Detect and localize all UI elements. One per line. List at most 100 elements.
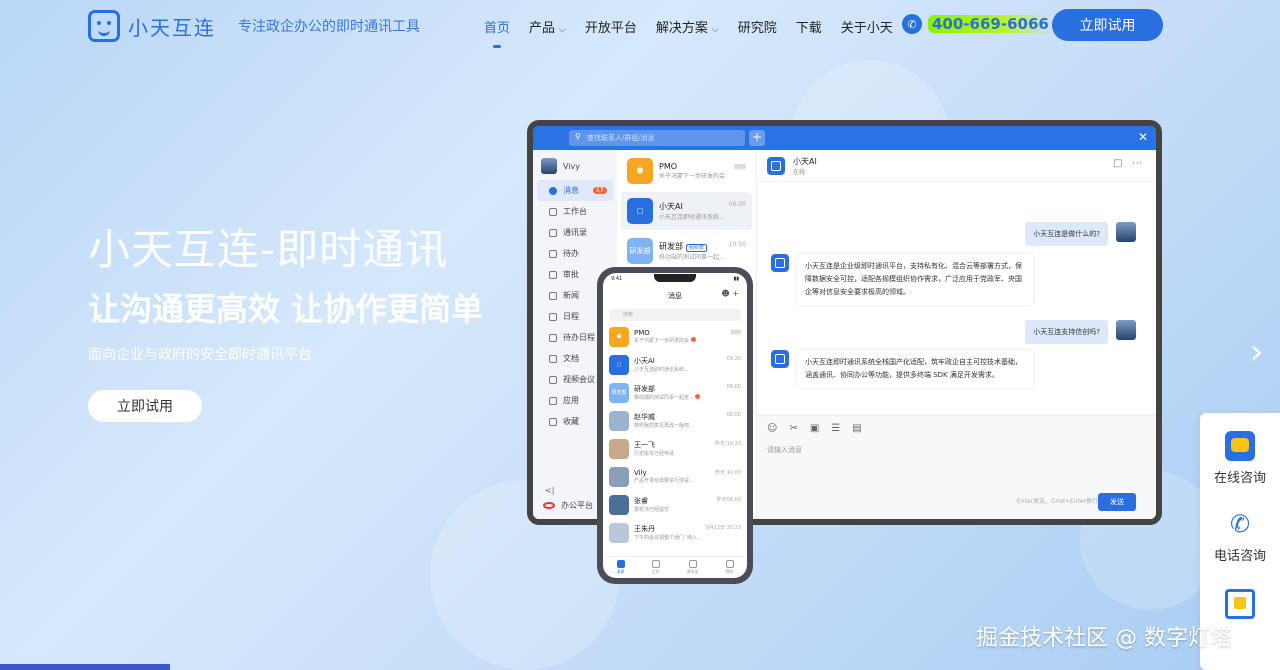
list-item[interactable]: ☻ PMO 刚刚 关于鸿蒙下一步研发的会 — [603, 323, 747, 350]
list-item[interactable]: 研发部 研发部 组织群 10:20 移动端的测试同事一起... — [621, 232, 752, 270]
tab-label: 通讯录 — [686, 569, 699, 574]
send-button[interactable]: 发送 — [1098, 493, 1136, 511]
list-item[interactable]: Vily 昨天 10:00 产品开发给需要进行测试... — [603, 463, 747, 490]
list-item[interactable]: 研发部 研发部 08:00 移动端的测试同事一起走... — [603, 379, 747, 406]
sidebar-item-contacts[interactable]: 通讯录 — [537, 222, 613, 243]
tab-label: 我的 — [725, 569, 734, 574]
conv-time: 9月12日 20:23 — [705, 525, 741, 531]
sidebar-item-messages[interactable]: 消息 17 — [537, 180, 613, 201]
contacts-icon — [549, 228, 557, 237]
logo-icon — [88, 10, 120, 42]
chat-header: 小天AI 在线 □ ⋯ — [757, 150, 1156, 182]
list-item[interactable]: 张睿 昨天08:00 报权书已经提交 — [603, 491, 747, 518]
avatar — [609, 466, 629, 487]
message-icon — [616, 560, 625, 568]
phone-contact[interactable]: ✆ 400-669-6066 — [902, 14, 1053, 34]
news-icon — [549, 291, 557, 300]
message-outgoing: 小天互连是做什么的? — [1025, 222, 1108, 246]
list-item[interactable]: 赵华威 08:00 按照我的意见再改一版吧... — [603, 407, 747, 434]
platform-label: 办公平台 — [561, 501, 593, 510]
chat-bubble-icon — [1225, 431, 1255, 461]
list-item[interactable]: 王朱丹 9月12日 20:23 下午的会议调整个通门 '纳入... — [603, 519, 747, 546]
search-input[interactable]: 查找联系人/群组/消息 — [569, 130, 745, 146]
conv-time: 昨天 10:00 — [715, 470, 741, 476]
nav-research[interactable]: 研究院 — [738, 17, 777, 36]
avatar — [1116, 222, 1136, 242]
chat-title: 小天AI — [793, 156, 817, 166]
conv-time: 刚刚 — [733, 164, 746, 171]
office-platform-link[interactable]: 办公平台 — [543, 500, 593, 511]
ai-icon — [771, 350, 789, 368]
nav-label: 研究院 — [737, 21, 777, 36]
list-item[interactable]: ▢ 小天AI 09:20 小天互连即时通讯系统... — [603, 351, 747, 378]
more-icon[interactable]: ⋯ — [1132, 158, 1142, 169]
message-incoming: 小天互连是企业级即时通讯平台，支持私有化、混合云等部署方式，保障数据安全可控，适… — [797, 254, 1033, 305]
document-icon — [549, 354, 557, 363]
online-consult-button[interactable]: 在线咨询 — [1200, 431, 1280, 486]
try-now-button[interactable]: 立即试用 — [1052, 9, 1163, 41]
hero-try-button[interactable]: 立即试用 — [88, 390, 202, 422]
approval-icon — [549, 270, 557, 279]
mobile-mockup: 9:41 ▮▮ 消息 ☻ + 搜索 ☻ PMO 刚刚 关于鸿蒙下一步研发的会 ▢ 小天AI 0… — [597, 267, 753, 584]
nav-open-platform[interactable]: 开放平台 — [585, 17, 637, 36]
conv-preview: 产品开发给需要进行测试... — [634, 478, 694, 484]
send-hint: Enter发送，Cmd+Enter换行 — [1016, 498, 1098, 505]
list-item[interactable]: ☻ PMO 刚刚 关于鸿蒙下一步研发的会 — [621, 152, 752, 190]
main-nav: 首页 产品 ⌵ 开放平台 解决方案 ⌵ 研究院 下载 关于小天 — [484, 17, 912, 48]
conv-preview: 历史版本已经申请 — [634, 451, 675, 457]
status-time: 9:41 — [611, 276, 623, 282]
message-input[interactable]: 请输入消息 — [757, 441, 1156, 459]
calendar-icon — [549, 312, 557, 321]
folder-icon[interactable]: □ — [1113, 158, 1122, 169]
note-icon[interactable]: ▤ — [852, 423, 861, 434]
user-profile[interactable]: Vivy — [533, 150, 617, 180]
sidebar-item-label: 应用 — [563, 396, 579, 405]
nav-about[interactable]: 关于小天 — [841, 17, 893, 36]
logo-text: 小天互连 — [128, 15, 216, 40]
sidebar-item-label: 文档 — [563, 354, 579, 363]
avatar — [609, 494, 629, 515]
tab-me[interactable]: 我的 — [725, 560, 734, 575]
tab-work[interactable]: 工作 — [651, 560, 660, 575]
message-icon — [549, 186, 557, 195]
nav-products[interactable]: 产品 ⌵ — [529, 17, 566, 36]
tab-messages[interactable]: 消息 — [616, 560, 625, 575]
carousel-next-icon[interactable]: › — [1250, 332, 1272, 372]
conv-name: 小天AI — [634, 357, 655, 365]
conv-name: 王一飞 — [634, 441, 655, 449]
conv-time: 08:00 — [726, 384, 741, 390]
scissors-icon[interactable]: ✂ — [789, 423, 797, 434]
add-contact-icon[interactable]: ☻ + — [721, 289, 739, 298]
hero-subtitle: 让沟通更高效 让协作更简单 — [88, 290, 484, 328]
conv-preview: 关于鸿蒙下一步研发的会 — [659, 173, 726, 180]
close-icon[interactable]: ✕ — [1138, 130, 1148, 144]
list-item[interactable]: ▢ 小天AI 09:20 小天互连即时通讯系统... — [621, 192, 752, 230]
nav-label: 产品 — [529, 21, 556, 36]
nav-solutions[interactable]: 解决方案 ⌵ — [656, 17, 719, 36]
file-icon[interactable]: ▣ — [810, 423, 819, 434]
mobile-search-input[interactable]: 搜索 — [609, 309, 741, 321]
sidebar-item-label: 审批 — [563, 270, 579, 279]
conv-name: 研发部 — [634, 385, 655, 393]
message-incoming: 小天互连即时通讯系统全栈国产化适配，筑牢政企自主可控技术基础，涵盖通讯、协同办公… — [797, 350, 1033, 388]
nav-home[interactable]: 首页 — [484, 17, 510, 48]
slogan: 专注政企办公的即时通讯工具 — [238, 19, 420, 35]
conv-preview: 报权书已经提交 — [634, 507, 670, 513]
add-button[interactable]: + — [749, 130, 765, 146]
nav-download[interactable]: 下载 — [796, 17, 822, 36]
emoji-icon[interactable]: ☺ — [767, 423, 777, 434]
conv-time: 刚刚 — [730, 330, 741, 336]
sidebar-item-workbench[interactable]: 工作台 — [537, 201, 613, 222]
list-item[interactable]: 王一飞 昨天 10:33 历史版本已经申请 — [603, 435, 747, 462]
sidebar-item-label: 通讯录 — [563, 228, 587, 237]
sidebar-item-todo[interactable]: 待办 — [537, 243, 613, 264]
conv-preview: 下午的会议调整个通门 '纳入... — [634, 535, 702, 541]
history-icon[interactable]: ☰ — [831, 423, 840, 434]
tab-label: 工作 — [651, 569, 660, 574]
header: 小天互连 专注政企办公的即时通讯工具 首页 产品 ⌵ 开放平台 解决方案 ⌵ 研究院… — [0, 0, 1280, 52]
phone-consult-button[interactable]: ✆ 电话咨询 — [1200, 509, 1280, 564]
phone-number: 400-669-6066 — [928, 15, 1053, 33]
tab-contacts[interactable]: 通讯录 — [687, 560, 699, 575]
collapse-icon[interactable]: <| — [545, 486, 554, 495]
logo[interactable]: 小天互连 — [88, 10, 216, 42]
